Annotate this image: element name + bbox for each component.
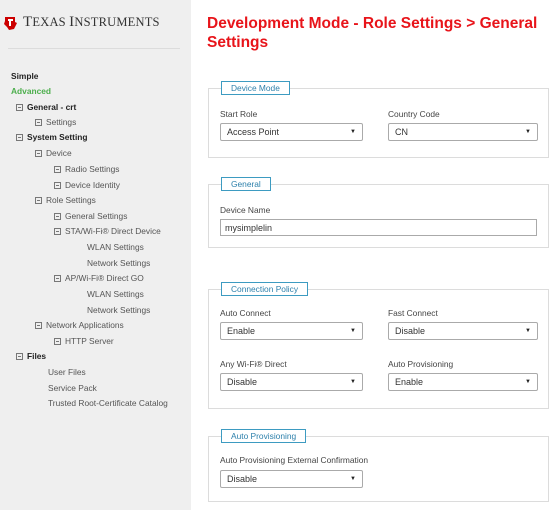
nav-general[interactable]: General - crt bbox=[16, 101, 76, 113]
collapse-icon[interactable] bbox=[35, 119, 42, 126]
ti-logo-icon bbox=[4, 16, 17, 30]
collapse-icon[interactable] bbox=[54, 228, 61, 235]
sidebar-divider bbox=[8, 48, 180, 49]
collapse-icon[interactable] bbox=[35, 150, 42, 157]
fast-connect-label: Fast Connect bbox=[388, 308, 438, 318]
device-mode-section: Device Mode Start Role Access Point ▼ Cou… bbox=[208, 81, 549, 158]
nav-sta-wifi-direct[interactable]: STA/Wi-Fi® Direct Device bbox=[54, 225, 161, 237]
auto-connect-label: Auto Connect bbox=[220, 308, 271, 318]
ti-logo: TEXAS INSTRUMENTS bbox=[2, 14, 160, 31]
device-name-input[interactable] bbox=[220, 219, 537, 236]
start-role-select[interactable]: Access Point ▼ bbox=[220, 123, 363, 141]
ti-logo-text: TEXAS INSTRUMENTS bbox=[23, 14, 160, 30]
nav-radio-settings[interactable]: Radio Settings bbox=[54, 163, 119, 175]
section-legend: Auto Provisioning bbox=[221, 429, 307, 443]
auto-provisioning-label: Auto Provisioning bbox=[388, 359, 454, 369]
nav-trusted-root-cert[interactable]: Trusted Root-Certificate Catalog bbox=[48, 397, 168, 409]
nav-network-applications[interactable]: Network Applications bbox=[35, 319, 124, 331]
collapse-icon[interactable] bbox=[35, 197, 42, 204]
nav-sta-wlan-settings[interactable]: WLAN Settings bbox=[87, 241, 144, 253]
section-legend: Device Mode bbox=[221, 81, 290, 95]
dropdown-arrow-icon: ▼ bbox=[350, 328, 356, 334]
collapse-icon[interactable] bbox=[16, 353, 23, 360]
nav-advanced[interactable]: Advanced bbox=[11, 85, 51, 97]
nav-ap-network-settings[interactable]: Network Settings bbox=[87, 304, 150, 316]
section-legend: Connection Policy bbox=[221, 282, 309, 296]
device-name-label: Device Name bbox=[220, 205, 271, 215]
nav-files[interactable]: Files bbox=[16, 350, 46, 362]
auto-provisioning-section: Auto Provisioning Auto Provisioning Exte… bbox=[208, 429, 549, 502]
dropdown-arrow-icon: ▼ bbox=[525, 129, 531, 135]
nav-ap-wifi-direct-go[interactable]: AP/Wi-Fi® Direct GO bbox=[54, 272, 144, 284]
dropdown-arrow-icon: ▼ bbox=[350, 476, 356, 482]
page-title: Development Mode - Role Settings > Gener… bbox=[207, 15, 538, 51]
nav-service-pack[interactable]: Service Pack bbox=[48, 382, 97, 394]
nav-role-settings[interactable]: Role Settings bbox=[35, 194, 96, 206]
section-legend: General bbox=[221, 177, 271, 191]
dropdown-arrow-icon: ▼ bbox=[525, 379, 531, 385]
nav-general-settings[interactable]: General Settings bbox=[54, 210, 127, 222]
nav-system-setting[interactable]: System Setting bbox=[16, 131, 88, 143]
nav-simple[interactable]: Simple bbox=[11, 70, 38, 82]
nav-settings[interactable]: Settings bbox=[35, 116, 76, 128]
any-wifi-direct-label: Any Wi-Fi® Direct bbox=[220, 359, 287, 369]
dropdown-arrow-icon: ▼ bbox=[350, 129, 356, 135]
collapse-icon[interactable] bbox=[54, 275, 61, 282]
connection-policy-section: Connection Policy Auto Connect Enable ▼ F… bbox=[208, 282, 549, 409]
nav-device[interactable]: Device bbox=[35, 147, 72, 159]
auto-connect-select[interactable]: Enable ▼ bbox=[220, 322, 363, 340]
dropdown-arrow-icon: ▼ bbox=[525, 328, 531, 334]
collapse-icon[interactable] bbox=[35, 322, 42, 329]
external-confirmation-label: Auto Provisioning External Confirmation bbox=[220, 455, 369, 465]
country-code-select[interactable]: CN ▼ bbox=[388, 123, 538, 141]
nav-http-server[interactable]: HTTP Server bbox=[54, 335, 114, 347]
collapse-icon[interactable] bbox=[16, 104, 23, 111]
collapse-icon[interactable] bbox=[54, 338, 61, 345]
auto-provisioning-select[interactable]: Enable ▼ bbox=[388, 373, 538, 391]
collapse-icon[interactable] bbox=[54, 213, 61, 220]
fast-connect-select[interactable]: Disable ▼ bbox=[388, 322, 538, 340]
nav-ap-wlan-settings[interactable]: WLAN Settings bbox=[87, 288, 144, 300]
external-confirmation-select[interactable]: Disable ▼ bbox=[220, 470, 363, 488]
start-role-label: Start Role bbox=[220, 109, 258, 119]
any-wifi-direct-select[interactable]: Disable ▼ bbox=[220, 373, 363, 391]
collapse-icon[interactable] bbox=[54, 182, 61, 189]
sidebar: TEXAS INSTRUMENTS Simple Advanced Genera… bbox=[0, 0, 191, 510]
dropdown-arrow-icon: ▼ bbox=[350, 379, 356, 385]
collapse-icon[interactable] bbox=[16, 134, 23, 141]
nav-sta-network-settings[interactable]: Network Settings bbox=[87, 257, 150, 269]
nav-user-files[interactable]: User Files bbox=[48, 366, 86, 378]
country-code-label: Country Code bbox=[388, 109, 440, 119]
collapse-icon[interactable] bbox=[54, 166, 61, 173]
general-section: General Device Name bbox=[208, 177, 549, 248]
nav-device-identity[interactable]: Device Identity bbox=[54, 179, 120, 191]
